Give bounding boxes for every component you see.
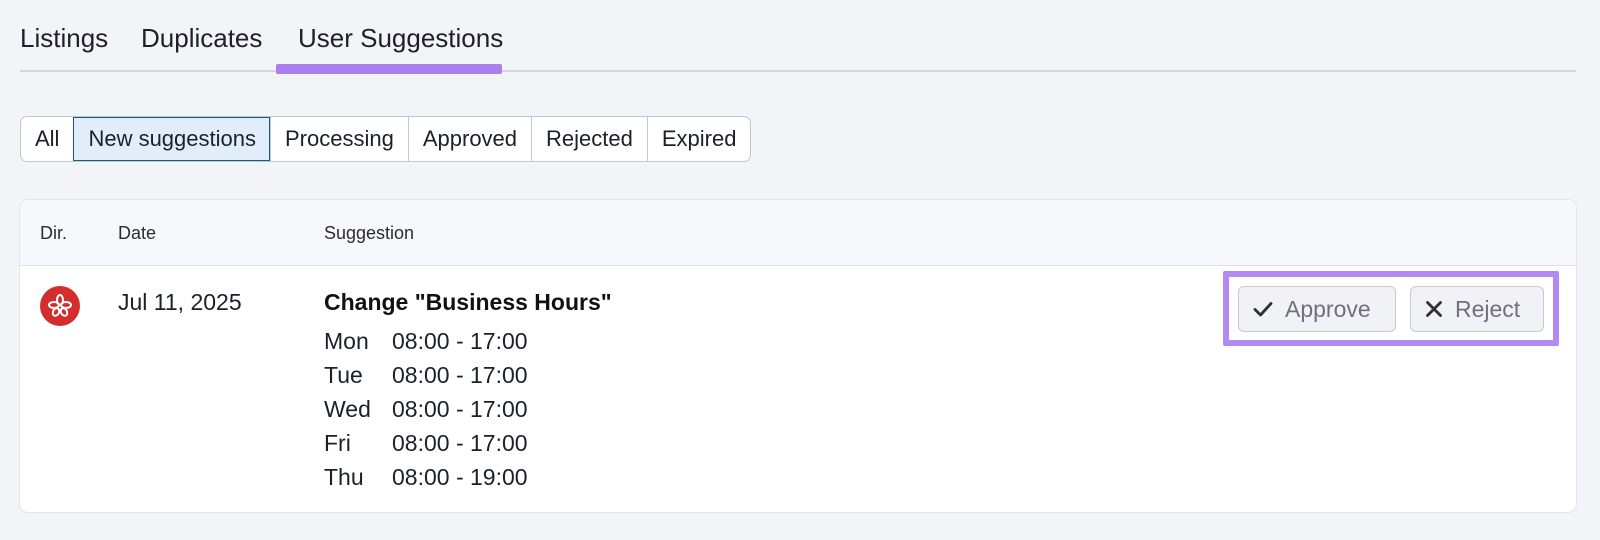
hours-row: Mon 08:00 - 17:00 — [324, 324, 528, 358]
hours-time: 08:00 - 17:00 — [392, 361, 528, 388]
column-header-date: Date — [118, 223, 157, 243]
filter-rejected[interactable]: Rejected — [531, 117, 647, 161]
business-hours-list: Mon 08:00 - 17:00 Tue 08:00 - 17:00 Wed … — [324, 324, 528, 494]
filter-approved[interactable]: Approved — [407, 117, 531, 161]
hours-day: Mon — [324, 327, 369, 354]
suggestion-date: Jul 11, 2025 — [118, 289, 242, 315]
filter-all[interactable]: All — [21, 117, 73, 161]
hours-row: Wed 08:00 - 17:00 — [324, 392, 528, 426]
filter-processing[interactable]: Processing — [270, 117, 408, 161]
hours-day: Fri — [324, 429, 351, 456]
column-header-dir: Dir. — [40, 223, 67, 243]
reject-button-label: Reject — [1455, 295, 1521, 322]
status-filter-group: All New suggestions Processing Approved … — [20, 116, 752, 162]
tab-duplicates[interactable]: Duplicates — [141, 22, 262, 54]
approve-button[interactable]: Approve — [1238, 286, 1396, 332]
table-header: Dir. Date Suggestion — [20, 200, 1576, 266]
suggestion-title: Change "Business Hours" — [324, 289, 612, 315]
hours-row: Fri 08:00 - 17:00 — [324, 426, 528, 460]
hours-day: Wed — [324, 395, 371, 422]
check-icon — [1253, 302, 1273, 317]
tab-listings[interactable]: Listings — [20, 22, 108, 54]
hours-time: 08:00 - 17:00 — [392, 327, 528, 354]
approve-button-label: Approve — [1285, 295, 1371, 322]
hours-day: Thu — [324, 463, 364, 490]
filter-new-suggestions[interactable]: New suggestions — [73, 117, 270, 161]
active-tab-indicator — [276, 64, 502, 74]
tab-user-suggestions[interactable]: User Suggestions — [298, 22, 503, 54]
hours-row: Tue 08:00 - 17:00 — [324, 358, 528, 392]
hours-time: 08:00 - 17:00 — [392, 395, 528, 422]
reject-button[interactable]: Reject — [1410, 286, 1544, 332]
yelp-burst-glyph — [48, 294, 72, 317]
suggestions-table: Dir. Date Suggestion Jul 11, 2025 Change… — [20, 200, 1576, 512]
close-icon — [1426, 301, 1442, 317]
hours-time: 08:00 - 19:00 — [392, 463, 528, 490]
hours-time: 08:00 - 17:00 — [392, 429, 528, 456]
column-header-suggestion: Suggestion — [324, 223, 415, 243]
yelp-icon — [40, 286, 80, 326]
tab-bar: Listings Duplicates User Suggestions — [20, 0, 1576, 72]
filter-expired[interactable]: Expired — [646, 117, 751, 161]
user-suggestions-page: Listings Duplicates User Suggestions All… — [0, 0, 1600, 540]
hours-day: Tue — [324, 361, 363, 388]
hours-row: Thu 08:00 - 19:00 — [324, 460, 528, 494]
